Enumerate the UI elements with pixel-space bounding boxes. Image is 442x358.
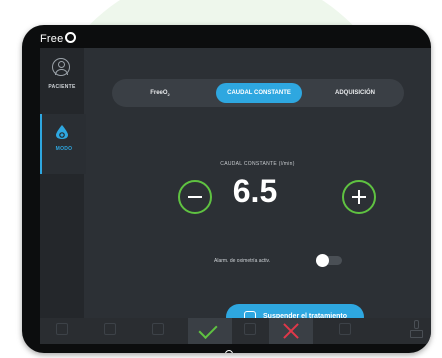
tab-label-subscript: 2 bbox=[167, 92, 170, 98]
info-icon bbox=[244, 323, 256, 335]
cancel-button[interactable] bbox=[269, 318, 313, 344]
mode-tabs: FreeO2 CAUDAL CONSTANTE ADQUISICIÓN bbox=[112, 79, 404, 107]
minus-icon bbox=[188, 196, 202, 198]
confirm-button[interactable] bbox=[188, 318, 232, 344]
drop-icon bbox=[56, 125, 68, 139]
increase-flow-button[interactable] bbox=[342, 180, 376, 214]
tab-label: CAUDAL CONSTANTE bbox=[227, 90, 291, 96]
history-icon bbox=[104, 323, 116, 335]
toolbar-item-disabled bbox=[138, 318, 178, 344]
brand-o-icon bbox=[65, 32, 77, 43]
check-icon bbox=[198, 319, 218, 340]
toggle-knob bbox=[316, 254, 329, 267]
brand-name: Free bbox=[40, 33, 64, 45]
tab-label: ADQUISICIÓN bbox=[334, 90, 375, 96]
settings-icon bbox=[56, 323, 68, 335]
microphone-icon bbox=[414, 320, 419, 329]
toolbar-item-disabled bbox=[90, 318, 130, 344]
toolbar-item-disabled bbox=[42, 318, 82, 344]
tab-caudal-constante[interactable]: CAUDAL CONSTANTE bbox=[216, 83, 302, 103]
patient-icon bbox=[52, 58, 70, 76]
sidebar-item-label: MODO bbox=[55, 146, 73, 152]
brand-logo: Free bbox=[40, 32, 77, 45]
tab-freeo2[interactable]: FreeO2 bbox=[120, 83, 200, 103]
sidebar: PACIENTE MODO bbox=[40, 48, 86, 318]
toolbar-item-disabled bbox=[230, 318, 270, 344]
battery-icon bbox=[410, 330, 423, 338]
decrease-flow-button[interactable] bbox=[178, 180, 212, 214]
lock-icon bbox=[339, 323, 351, 335]
sidebar-item-modo[interactable]: MODO bbox=[40, 114, 86, 174]
tab-adquisicion[interactable]: ADQUISICIÓN bbox=[312, 83, 398, 103]
document-icon bbox=[152, 323, 164, 335]
plus-icon-vertical bbox=[358, 190, 360, 204]
bottom-toolbar bbox=[40, 318, 431, 344]
device-logo bbox=[214, 345, 244, 353]
flow-value: 6.5 bbox=[232, 173, 278, 209]
flow-label: CAUDAL CONSTANTE (l/min) bbox=[220, 161, 295, 167]
oximetry-alarm-toggle[interactable] bbox=[316, 254, 342, 267]
sidebar-item-paciente[interactable]: PACIENTE bbox=[40, 50, 84, 110]
tab-label: FreeO bbox=[150, 90, 168, 96]
tablet-device: Free PACIENTE MODO FreeO2 CAUDAL CONSTAN… bbox=[22, 25, 431, 353]
app-screen: PACIENTE MODO FreeO2 CAUDAL CONSTANTE AD… bbox=[40, 48, 431, 344]
oximetry-alarm-label: Alarm. de oximetría activ. bbox=[214, 258, 271, 264]
sidebar-item-label: PACIENTE bbox=[48, 84, 76, 90]
logo-ring-icon bbox=[225, 350, 233, 353]
toolbar-item-disabled bbox=[325, 318, 365, 344]
